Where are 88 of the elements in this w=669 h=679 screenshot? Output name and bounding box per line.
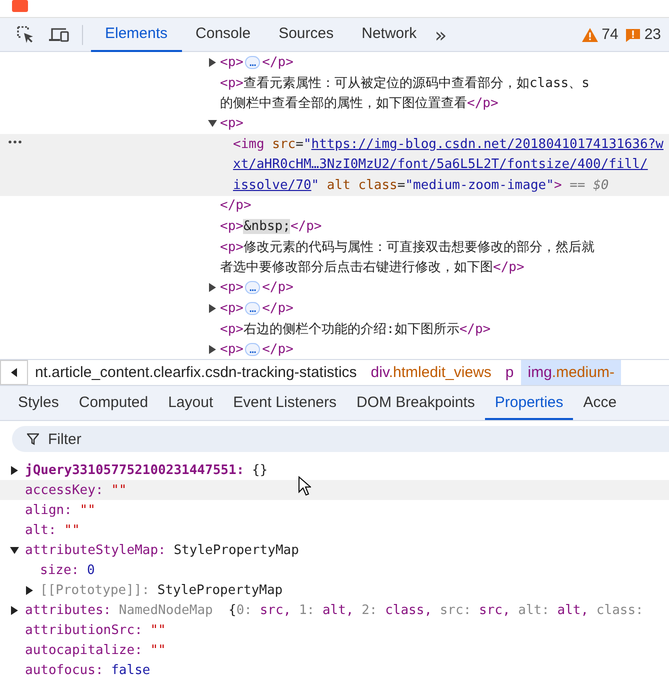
panel-tab[interactable]: Network xyxy=(348,18,431,52)
panel-tab[interactable]: Sources xyxy=(264,18,348,52)
tree-row[interactable]: 者选中要修改部分后点击右键进行修改，如下图</p> xyxy=(0,257,669,278)
tree-row[interactable]: <p>&nbsp;</p> xyxy=(0,216,669,236)
tree-row[interactable]: <p> … </p> xyxy=(0,339,669,360)
code-line: <p> … </p> xyxy=(220,54,294,70)
expand-arrow-icon[interactable] xyxy=(208,344,217,354)
tree-row[interactable]: <p> xyxy=(0,114,669,134)
breadcrumb[interactable]: img.medium- xyxy=(520,360,622,385)
sidebar-tab[interactable]: Event Listeners xyxy=(223,386,347,420)
code-line: <p>查看元素属性：可从被定位的源码中查看部分，如class、s xyxy=(220,74,590,92)
property-text: size: 0 xyxy=(40,562,95,578)
expand-arrow-icon[interactable] xyxy=(10,606,19,614)
property-text: [[Prototype]]: StylePropertyMap xyxy=(40,582,283,598)
code-line: <p> … </p> xyxy=(220,342,294,357)
breadcrumb[interactable]: nt.article_content.clearfix.csdn-tracking-statistics xyxy=(28,360,364,385)
property-text: align: "" xyxy=(25,502,96,518)
code-line: <p> … </p> xyxy=(220,280,294,296)
expand-arrow-icon[interactable] xyxy=(10,466,19,474)
code-line: <p>&nbsp;</p> xyxy=(220,218,322,234)
filter-field[interactable]: Filter xyxy=(12,426,669,452)
property-row[interactable]: [[Prototype]]: StylePropertyMap xyxy=(0,580,669,600)
code-line: <p>修改元素的代码与属性：可直接双击想要修改的部分，然后就 xyxy=(220,238,594,256)
code-line: issolve/70" alt class="medium-zoom-image"> == $0 xyxy=(233,178,609,193)
sidebar-tab[interactable]: Acce xyxy=(573,386,627,420)
property-row[interactable]: autofocus: false xyxy=(0,660,669,679)
code-line: <p> xyxy=(220,116,244,132)
tree-row[interactable]: <p> … </p> xyxy=(0,298,669,318)
expand-arrow-icon[interactable] xyxy=(25,586,34,594)
scroll-left-button[interactable] xyxy=(0,360,28,385)
property-row[interactable]: attributionSrc: "" xyxy=(0,620,669,640)
tree-row[interactable]: <p>右边的侧栏个功能的介绍:如下图所示</p> xyxy=(0,318,669,339)
code-line: </p> xyxy=(220,198,252,214)
collapse-arrow-icon[interactable] xyxy=(10,546,19,554)
sidebar-tab[interactable]: Properties xyxy=(484,386,574,420)
code-line: 的侧栏中查看全部的属性，如下图位置查看</p> xyxy=(220,95,498,112)
sidebar-tab[interactable]: Styles xyxy=(8,386,69,420)
more-icon[interactable] xyxy=(8,140,22,144)
panel-tab[interactable]: Console xyxy=(182,18,265,52)
sidebar-tab[interactable]: Computed xyxy=(68,386,158,420)
expand-arrow-icon[interactable] xyxy=(208,283,217,292)
logo-icon xyxy=(12,0,28,12)
property-row[interactable]: attributeStyleMap: StylePropertyMap xyxy=(0,540,669,560)
breadcrumb[interactable]: div.htmledit_views xyxy=(364,360,498,385)
code-line: <img src="https://img-blog.csdn.net/20180410174131636?w xyxy=(233,136,664,152)
property-text: alt: "" xyxy=(25,522,80,538)
expand-arrow-icon[interactable] xyxy=(208,58,217,67)
filter-icon xyxy=(27,433,39,445)
collapse-arrow-icon[interactable] xyxy=(208,119,217,128)
property-text: autocapitalize: "" xyxy=(25,642,166,658)
tree-row[interactable]: <img src="https://img-blog.csdn.net/20180410174131636?w xyxy=(0,134,669,154)
property-row[interactable]: alt: "" xyxy=(0,520,669,540)
tree-row[interactable]: <p> … </p> xyxy=(0,52,669,72)
code-line: 者选中要修改部分后点击右键进行修改，如下图</p> xyxy=(220,259,524,276)
sidebar-tab[interactable]: DOM Breakpoints xyxy=(346,386,485,420)
tree-row[interactable]: issolve/70" alt class="medium-zoom-image"> == $0 xyxy=(0,175,669,196)
code-line: xt/aHR0cHM…3NzI0MzU2/font/5a6L5L2T/fontsize/400/fill/ xyxy=(233,157,648,172)
cursor-icon xyxy=(298,476,311,496)
left-arrow-icon xyxy=(11,368,17,377)
warning-icon[interactable] xyxy=(582,28,598,42)
tree-row[interactable]: xt/aHR0cHM…3NzI0MzU2/font/5a6L5L2T/fontsize/400/fill/ xyxy=(0,154,669,175)
property-row[interactable]: size: 0 xyxy=(0,560,669,580)
more-tabs-button[interactable]: » xyxy=(430,22,451,46)
sidebar-tab[interactable]: Layout xyxy=(158,386,224,420)
code-line: <p>右边的侧栏个功能的介绍:如下图所示</p> xyxy=(220,320,491,338)
code-line: <p> … </p> xyxy=(220,300,294,316)
property-row[interactable]: autocapitalize: "" xyxy=(0,640,669,660)
property-text: jQuery331057752100231447551: {} xyxy=(25,462,268,478)
property-row[interactable]: align: "" xyxy=(0,500,669,520)
error-count: 23 xyxy=(644,26,661,43)
property-text: attributeStyleMap: StylePropertyMap xyxy=(25,542,299,558)
property-row[interactable]: accessKey: "" xyxy=(0,480,669,500)
error-icon[interactable] xyxy=(626,28,640,42)
property-text: attributes: NamedNodeMap {0: src, 1: alt, 2: class, src: src, alt: alt, class: xyxy=(25,602,644,618)
property-text: accessKey: "" xyxy=(25,482,127,498)
property-text: attributionSrc: "" xyxy=(25,622,166,638)
property-row[interactable]: attributes: NamedNodeMap {0: src, 1: alt, 2: class, src: src, alt: alt, class: xyxy=(0,600,669,620)
breadcrumb[interactable]: p xyxy=(498,360,521,385)
expand-arrow-icon[interactable] xyxy=(208,304,217,313)
tree-row[interactable]: </p> xyxy=(0,196,669,216)
tree-row[interactable]: <p> … </p> xyxy=(0,278,669,298)
warning-count: 74 xyxy=(602,26,618,43)
property-row[interactable]: jQuery331057752100231447551: {} xyxy=(0,460,669,480)
tree-row[interactable]: <p>查看元素属性：可从被定位的源码中查看部分，如class、s xyxy=(0,72,669,93)
tree-row[interactable]: <p>修改元素的代码与属性：可直接双击想要修改的部分，然后就 xyxy=(0,236,669,257)
panel-tab[interactable]: Elements xyxy=(91,18,182,52)
tree-row[interactable]: 的侧栏中查看全部的属性，如下图位置查看</p> xyxy=(0,93,669,114)
property-text: autofocus: false xyxy=(25,662,150,678)
